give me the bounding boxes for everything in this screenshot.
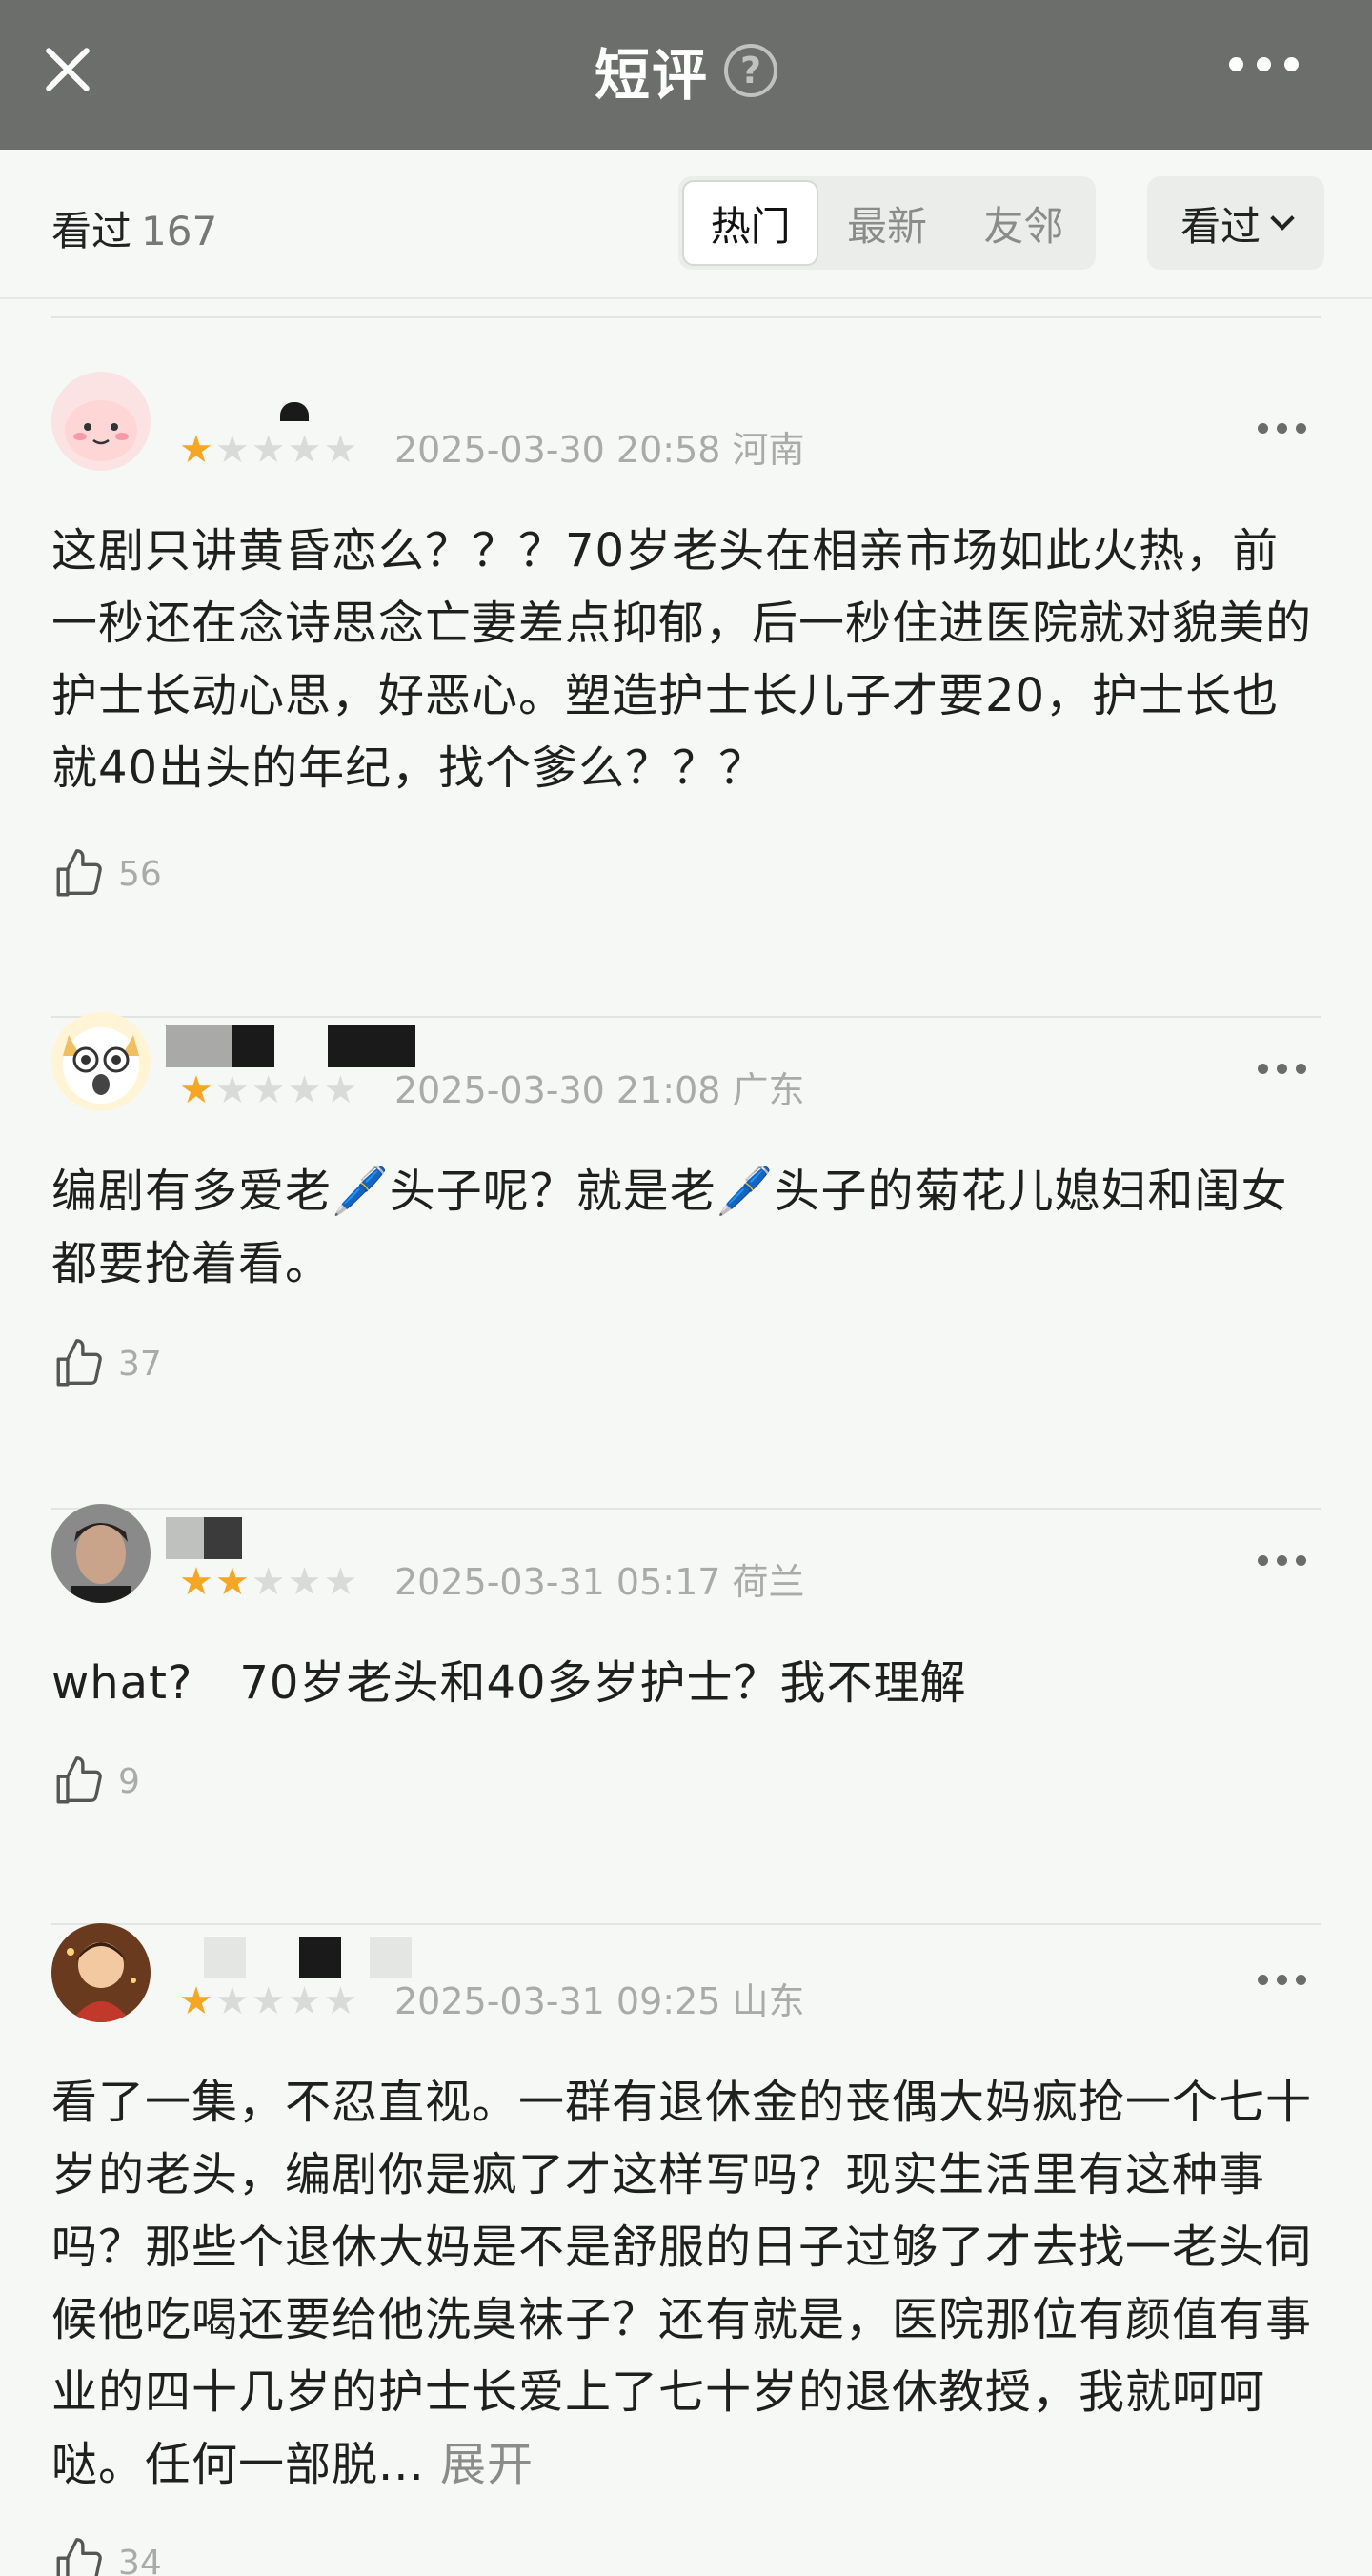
star-icon: ★ (214, 1979, 250, 2023)
rating-stars: ★ ★ ★ ★ ★ (179, 1980, 357, 2022)
tab-hot[interactable]: 热门 (682, 180, 819, 266)
star-icon: ★ (214, 1560, 250, 1604)
username-redacted (166, 1937, 452, 1978)
comment-location: 广东 (732, 1069, 805, 1111)
star-icon: ★ (323, 1068, 358, 1112)
rating-stars: ★ ★ ★ ★ ★ (179, 429, 357, 471)
like-button[interactable]: 37 (51, 1336, 162, 1391)
thumbs-up-icon (56, 2538, 102, 2576)
star-icon: ★ (287, 1560, 322, 1604)
like-button[interactable]: 9 (51, 1754, 140, 1809)
comment-meta: 2025-03-31 09:25 山东 (394, 1980, 804, 2022)
like-button[interactable]: 34 (51, 2535, 162, 2576)
comment-text: 编剧有多爱老🖊️头子呢？就是老🖊️头子的菊花儿媳妇和闺女都要抢着看。 (51, 1165, 1288, 1290)
comment-text: 看了一集，不忍直视。一群有退休金的丧偶大妈疯抢一个七十岁的老头，编剧你是疯了才这… (51, 2066, 1321, 2501)
page-title: 短评 (594, 43, 709, 108)
username-redacted (166, 389, 356, 431)
avatar[interactable] (51, 1923, 151, 2022)
seen-label: 看过 (51, 208, 132, 254)
star-icon: ★ (179, 1068, 213, 1112)
like-button[interactable]: 56 (51, 846, 162, 902)
question-circle-icon[interactable]: ? (724, 44, 777, 97)
divider (51, 1923, 1321, 1925)
divider (51, 1016, 1321, 1018)
star-icon: ★ (251, 1068, 286, 1112)
star-icon: ★ (251, 1979, 286, 2023)
comment-date: 2025-03-31 09:25 (394, 1980, 721, 2022)
comment-text: 这剧只讲黄昏恋么？？？70岁老头在相亲市场如此火热，前一秒还在念诗思念亡妻差点抑… (51, 524, 1313, 795)
comment-date: 2025-03-30 21:08 (394, 1069, 721, 1111)
star-icon: ★ (251, 428, 286, 472)
thumbs-up-icon (56, 1339, 102, 1387)
star-icon: ★ (251, 1560, 286, 1604)
divider (51, 316, 1321, 318)
star-icon: ★ (323, 1979, 358, 2023)
like-count: 37 (118, 1344, 162, 1384)
star-icon: ★ (179, 428, 213, 472)
seen-number: 167 (141, 208, 218, 254)
star-icon: ★ (287, 1068, 322, 1112)
thumbs-up-icon (56, 849, 102, 897)
comment-text-body: 看了一集，不忍直视。一群有退休金的丧偶大妈疯抢一个七十岁的老头，编剧你是疯了才这… (51, 2076, 1313, 2491)
star-icon: ★ (287, 428, 322, 472)
comment-date: 2025-03-31 05:17 (394, 1561, 721, 1603)
star-icon: ★ (287, 1979, 322, 2023)
expand-link[interactable]: 展开 (440, 2438, 534, 2491)
more-horizontal-icon[interactable] (1229, 57, 1299, 71)
rating-stars: ★ ★ ★ ★ ★ (179, 1069, 357, 1111)
more-horizontal-icon[interactable] (1258, 423, 1306, 434)
tab-friends[interactable]: 友邻 (956, 180, 1092, 266)
seen-dropdown[interactable]: 看过 (1147, 176, 1324, 270)
top-bar: 短评 ? (0, 0, 1372, 150)
star-icon: ★ (323, 428, 358, 472)
star-icon: ★ (214, 428, 250, 472)
comment-date: 2025-03-30 20:58 (394, 429, 721, 471)
like-count: 34 (118, 2543, 162, 2576)
divider (51, 1508, 1321, 1510)
seen-dropdown-label: 看过 (1180, 202, 1261, 250)
username-redacted (166, 1517, 356, 1559)
more-horizontal-icon[interactable] (1258, 1555, 1306, 1566)
seen-count: 看过 167 (51, 199, 217, 257)
star-icon: ★ (179, 1560, 213, 1604)
title-wrap: 短评 ? (0, 34, 1372, 108)
chevron-down-icon (1270, 206, 1295, 231)
rating-stars: ★ ★ ★ ★ ★ (179, 1561, 357, 1603)
more-horizontal-icon[interactable] (1258, 1975, 1306, 1985)
comment-location: 河南 (732, 429, 805, 471)
username-redacted (166, 1025, 442, 1067)
filter-bar: 看过 167 热门 最新 友邻 看过 (0, 150, 1372, 299)
avatar[interactable] (51, 1504, 151, 1603)
comment-meta: 2025-03-31 05:17 荷兰 (394, 1561, 804, 1603)
avatar[interactable] (51, 372, 151, 471)
like-count: 9 (118, 1761, 140, 1801)
star-icon: ★ (323, 1560, 358, 1604)
comment-location: 荷兰 (732, 1561, 805, 1603)
comment-meta: 2025-03-30 21:08 广东 (394, 1069, 804, 1111)
star-icon: ★ (179, 1979, 213, 2023)
thumbs-up-icon (56, 1756, 102, 1804)
like-count: 56 (118, 854, 162, 894)
star-icon: ★ (214, 1068, 250, 1112)
comment-location: 山东 (732, 1980, 805, 2022)
comment-meta: 2025-03-30 20:58 河南 (394, 429, 804, 471)
more-horizontal-icon[interactable] (1258, 1064, 1306, 1074)
comment-text: what? 70岁老头和40多岁护士？我不理解 (51, 1656, 967, 1710)
avatar[interactable] (51, 1012, 151, 1111)
sort-segment: 热门 最新 友邻 (678, 176, 1096, 270)
tab-latest[interactable]: 最新 (818, 180, 955, 266)
